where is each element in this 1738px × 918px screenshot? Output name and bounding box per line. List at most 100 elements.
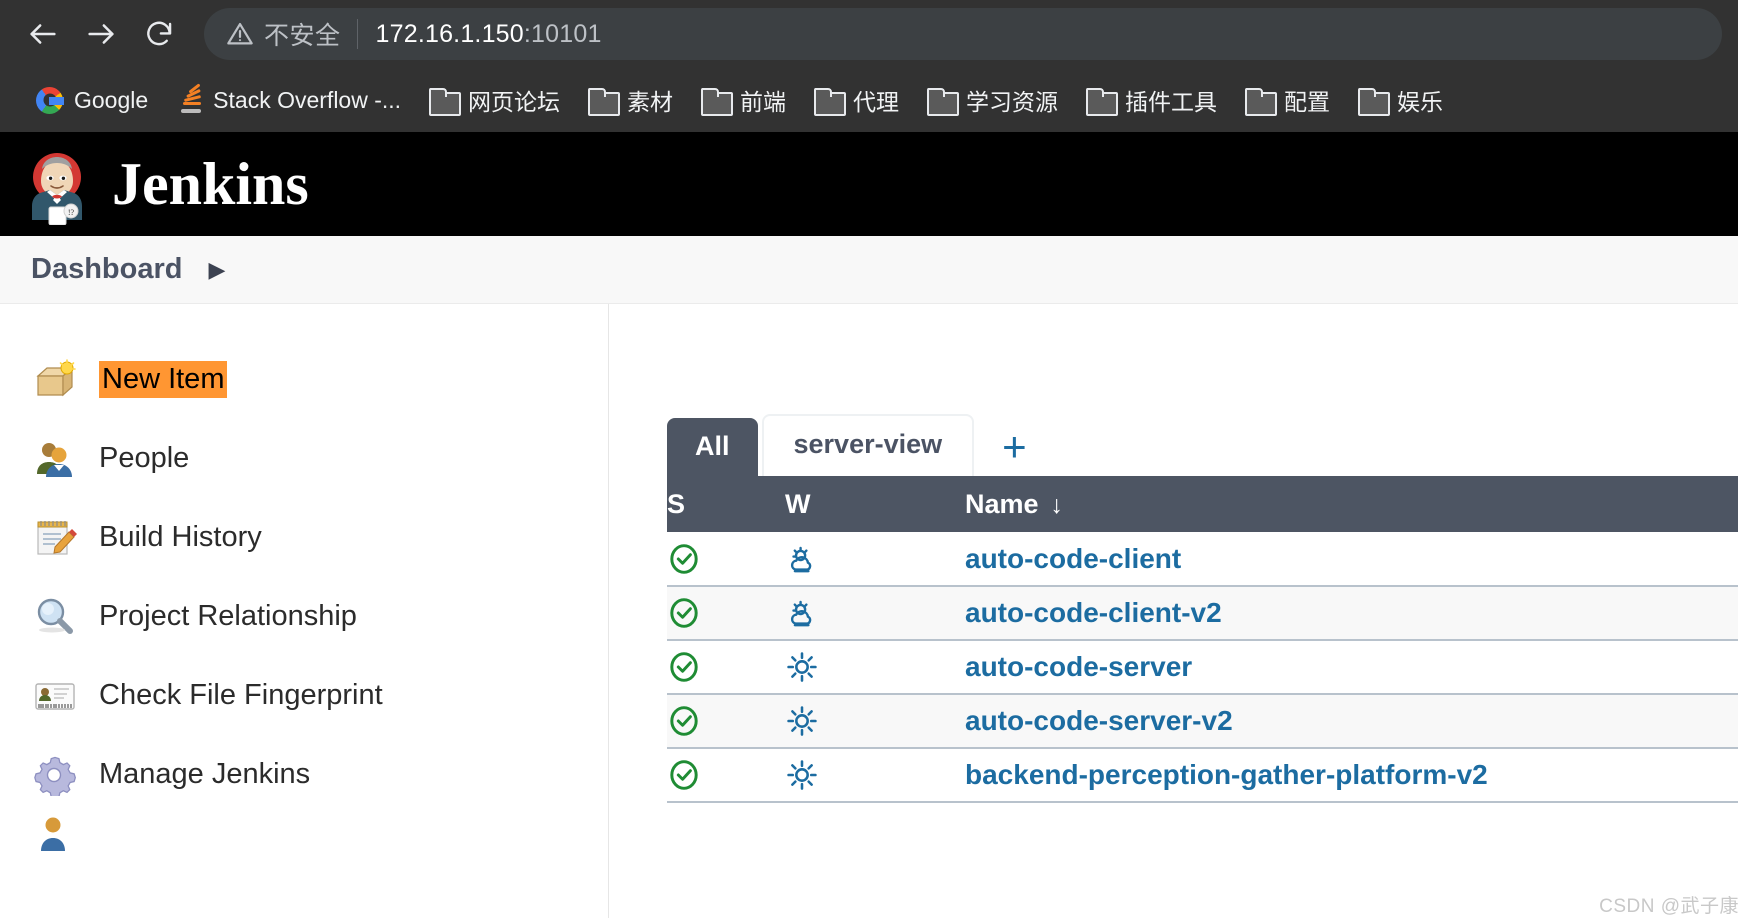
bookmark-label: 学习资源 (966, 83, 1058, 117)
cell-status (667, 694, 785, 748)
folder-icon (814, 88, 842, 112)
main-content: All server-view + S W Name↓ (609, 304, 1738, 918)
bookmark-folder-daili[interactable]: 代理 (800, 77, 913, 123)
table-row[interactable]: auto-code-server (667, 640, 1738, 694)
status-success-icon[interactable] (667, 596, 785, 630)
cell-name: backend-perception-gather-platform-v2 (965, 748, 1738, 802)
sidebar-item-manage-jenkins[interactable]: Manage Jenkins (0, 735, 608, 814)
sidebar-item-label: People (99, 442, 189, 475)
bookmarks-bar: Google Stack Overflow -... 网页论坛 素材 前端 (0, 68, 1738, 132)
back-arrow-icon (26, 17, 60, 51)
cell-name: auto-code-server-v2 (965, 694, 1738, 748)
bookmark-folder-peizhi[interactable]: 配置 (1231, 77, 1344, 123)
job-link[interactable]: auto-code-server (965, 651, 1192, 682)
bookmark-label: 素材 (627, 83, 673, 117)
sidebar-item-project-relationship[interactable]: Project Relationship (0, 577, 608, 656)
sidebar-item-label: Manage Jenkins (99, 758, 310, 791)
cell-weather (785, 640, 965, 694)
url-host: 172.16.1.150 (376, 20, 524, 48)
folder-icon (1086, 88, 1114, 112)
view-tabs: All server-view + (667, 414, 1738, 476)
folder-icon (701, 88, 729, 112)
sidebar-item-build-history[interactable]: Build History (0, 498, 608, 577)
url-text: 172.16.1.150:10101 (376, 20, 602, 49)
browser-toolbar: 不安全 172.16.1.150:10101 (0, 0, 1738, 68)
weather-sunny-icon (785, 650, 965, 684)
status-success-icon[interactable] (667, 704, 785, 738)
jenkins-butler-logo[interactable]: !? (27, 147, 95, 221)
column-header-status[interactable]: S (667, 476, 785, 532)
status-success-icon[interactable] (667, 758, 785, 792)
cell-status (667, 748, 785, 802)
folder-icon (1358, 88, 1386, 112)
job-link[interactable]: auto-code-server-v2 (965, 705, 1233, 736)
column-header-name[interactable]: Name↓ (965, 476, 1738, 532)
sidebar-item-label: Project Relationship (99, 600, 357, 633)
column-header-weather[interactable]: W (785, 476, 965, 532)
bookmark-label: 娱乐 (1397, 83, 1443, 117)
sidebar-item-people[interactable]: People (0, 419, 608, 498)
user-icon (33, 814, 77, 854)
bookmark-folder-yule[interactable]: 娱乐 (1344, 77, 1457, 123)
stackoverflow-icon (176, 86, 202, 114)
job-link[interactable]: auto-code-client (965, 543, 1181, 574)
breadcrumb: Dashboard ▶ (0, 236, 1738, 304)
cell-name: auto-code-server (965, 640, 1738, 694)
table-row[interactable]: backend-perception-gather-platform-v2 (667, 748, 1738, 802)
security-status-label: 不安全 (264, 16, 357, 52)
bookmark-folder-qianduan[interactable]: 前端 (687, 77, 800, 123)
cell-name: auto-code-client-v2 (965, 586, 1738, 640)
bookmark-stackoverflow[interactable]: Stack Overflow -... (162, 80, 415, 120)
add-view-button[interactable]: + (974, 426, 1047, 476)
table-row[interactable]: auto-code-server-v2 (667, 694, 1738, 748)
table-header-row: S W Name↓ (667, 476, 1738, 532)
sidebar-item-label: Check File Fingerprint (99, 679, 383, 712)
weather-sunny-icon (785, 758, 965, 792)
bookmark-label: 代理 (853, 83, 899, 117)
watermark: CSDN @武子康 (1599, 891, 1738, 918)
bookmark-folder-chajiangongju[interactable]: 插件工具 (1072, 77, 1231, 123)
warning-triangle-icon (226, 20, 254, 48)
bookmark-label: 网页论坛 (468, 83, 560, 117)
cell-weather (785, 694, 965, 748)
sort-descending-icon: ↓ (1039, 491, 1064, 519)
jenkins-title[interactable]: Jenkins (112, 150, 309, 219)
weather-partly-cloudy-icon (785, 596, 965, 630)
page-body: New Item People (0, 304, 1738, 918)
status-success-icon[interactable] (667, 542, 785, 576)
back-button[interactable] (16, 7, 70, 61)
folder-icon (588, 88, 616, 112)
tab-all[interactable]: All (667, 418, 758, 476)
jobs-table-body: auto-code-client (667, 532, 1738, 802)
build-history-notepad-icon (33, 517, 77, 559)
bookmark-label: Google (74, 87, 148, 114)
bookmark-folder-sucai[interactable]: 素材 (574, 77, 687, 123)
sidebar-item-partial[interactable] (0, 814, 608, 854)
bookmark-folder-xuexiziyuan[interactable]: 学习资源 (913, 77, 1072, 123)
cell-status (667, 586, 785, 640)
magnifier-icon (33, 596, 77, 638)
cell-status (667, 640, 785, 694)
table-row[interactable]: auto-code-client-v2 (667, 586, 1738, 640)
cell-weather (785, 748, 965, 802)
table-row[interactable]: auto-code-client (667, 532, 1738, 586)
sidebar-item-new-item[interactable]: New Item (0, 340, 608, 419)
address-bar[interactable]: 不安全 172.16.1.150:10101 (204, 8, 1722, 60)
bookmark-folder-wangyeluntan[interactable]: 网页论坛 (415, 77, 574, 123)
bookmark-google[interactable]: Google (22, 81, 162, 120)
sidebar-item-check-file-fingerprint[interactable]: Check File Fingerprint (0, 656, 608, 735)
tab-server-view[interactable]: server-view (762, 414, 975, 476)
bookmark-label: 配置 (1284, 83, 1330, 117)
job-link[interactable]: backend-perception-gather-platform-v2 (965, 759, 1488, 790)
reload-button[interactable] (132, 7, 186, 61)
breadcrumb-chevron-right-icon[interactable]: ▶ (208, 259, 225, 281)
cell-weather (785, 586, 965, 640)
forward-button[interactable] (74, 7, 128, 61)
job-link[interactable]: auto-code-client-v2 (965, 597, 1222, 628)
status-success-icon[interactable] (667, 650, 785, 684)
cell-name: auto-code-client (965, 532, 1738, 586)
breadcrumb-dashboard[interactable]: Dashboard (31, 253, 182, 286)
bookmark-label: Stack Overflow -... (213, 87, 401, 114)
sidebar-item-label: Build History (99, 521, 262, 554)
cell-weather (785, 532, 965, 586)
